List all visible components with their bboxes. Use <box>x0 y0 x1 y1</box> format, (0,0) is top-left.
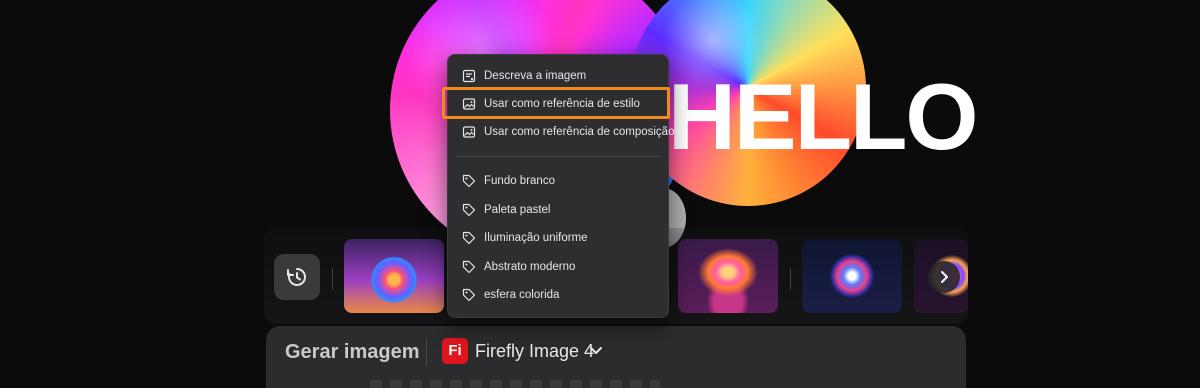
describe-image-icon <box>462 69 476 83</box>
menu-item-label: esfera colorida <box>484 289 560 301</box>
tag-icon <box>462 260 476 274</box>
tag-icon <box>462 203 476 217</box>
menu-separator <box>456 156 660 157</box>
menu-item-describe-image[interactable]: Descreva a imagem <box>462 65 586 87</box>
highlight-box <box>442 87 670 119</box>
thumbnail-image[interactable] <box>344 239 444 313</box>
menu-item-composition-reference[interactable]: Usar como referência de composição <box>462 121 674 143</box>
menu-item-label: Paleta pastel <box>484 204 551 216</box>
menu-tag-item[interactable]: esfera colorida <box>462 284 559 306</box>
history-icon <box>287 268 306 286</box>
strip-divider <box>790 268 791 290</box>
chevron-right-icon <box>941 271 948 283</box>
thumbnail-image[interactable] <box>802 239 902 313</box>
menu-item-label: Iluminação uniforme <box>484 232 588 244</box>
menu-tag-item[interactable]: Iluminação uniforme <box>462 227 588 249</box>
image-icon <box>462 125 476 139</box>
strip-divider <box>332 268 333 290</box>
model-selector[interactable]: Firefly Image 4 <box>475 339 594 363</box>
panel-placeholder-text <box>370 380 660 388</box>
menu-tag-item[interactable]: Fundo branco <box>462 170 555 192</box>
firefly-logo: Fi <box>442 338 468 364</box>
tag-icon <box>462 174 476 188</box>
tag-icon <box>462 288 476 302</box>
panel-divider <box>426 338 427 366</box>
menu-tag-item[interactable]: Paleta pastel <box>462 199 551 221</box>
menu-tag-item[interactable]: Abstrato moderno <box>462 256 575 278</box>
chevron-down-icon[interactable] <box>589 344 603 358</box>
menu-item-label: Abstrato moderno <box>484 261 576 273</box>
menu-item-label: Fundo branco <box>484 175 555 187</box>
menu-item-label: Usar como referência de composição <box>484 126 675 138</box>
thumbnail-image[interactable] <box>678 239 778 313</box>
history-button[interactable] <box>274 254 320 300</box>
canvas: HELLO Gerar imagem Fi Firefly Image 4 De… <box>0 0 1200 388</box>
tag-icon <box>462 231 476 245</box>
next-thumbnails-button[interactable] <box>928 261 960 293</box>
hero-text: HELLO <box>668 64 979 169</box>
panel-title: Gerar imagem <box>285 341 420 363</box>
menu-item-label: Descreva a imagem <box>484 70 587 82</box>
